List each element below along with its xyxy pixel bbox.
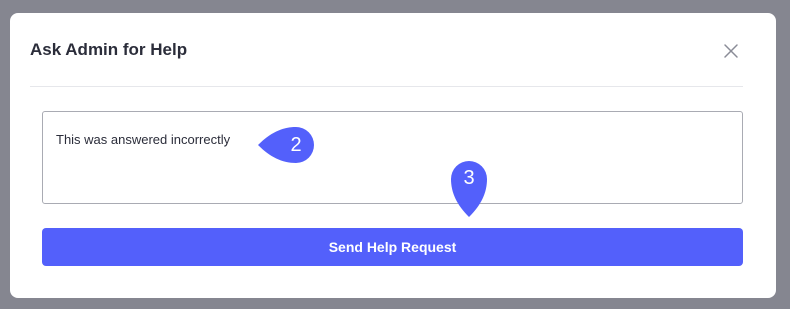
- close-button[interactable]: [720, 40, 742, 62]
- help-message-textarea[interactable]: [42, 111, 743, 204]
- modal-title: Ask Admin for Help: [30, 40, 188, 59]
- header-divider: [30, 86, 743, 87]
- annotation-marker-3: 3: [449, 155, 489, 219]
- annotation-marker-2: 2: [256, 125, 320, 165]
- annotation-marker-2-label: 2: [290, 134, 302, 156]
- annotation-marker-3-label: 3: [463, 167, 475, 189]
- close-icon: [724, 44, 738, 58]
- send-help-request-button[interactable]: Send Help Request: [42, 228, 743, 266]
- help-request-modal: Ask Admin for Help Send Help Request: [10, 13, 776, 298]
